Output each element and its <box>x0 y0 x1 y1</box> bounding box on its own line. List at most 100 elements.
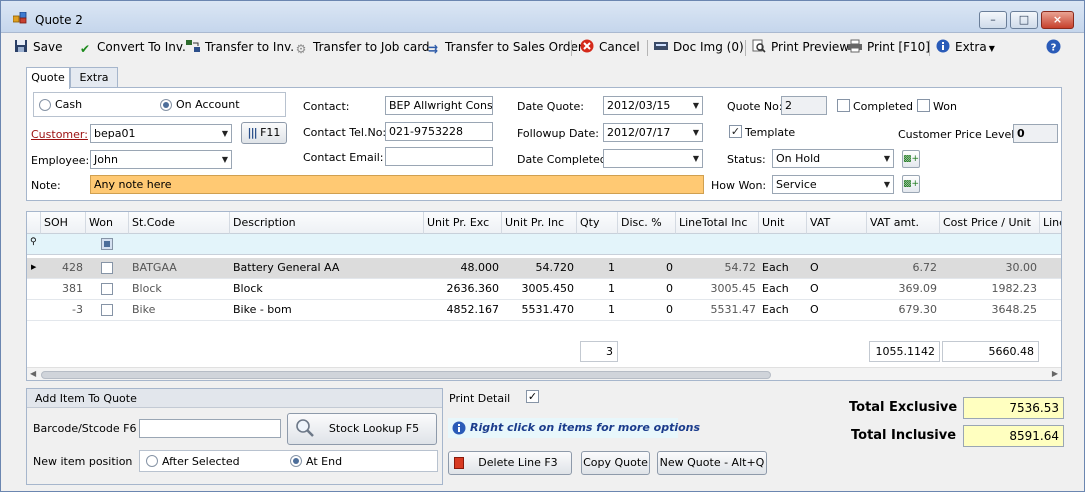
completed-label: Completed <box>853 100 913 113</box>
cancel-button[interactable]: Cancel <box>579 39 640 57</box>
chevron-down-icon: ▼ <box>692 128 699 137</box>
contact-input[interactable]: BEP Allwright Consult <box>385 96 493 115</box>
quote-no-label: Quote No: <box>727 100 783 113</box>
column-header-unit-price-exc[interactable]: Unit Pr. Exc <box>424 212 502 234</box>
cell-unit-price-exc: 2636.360 <box>446 282 500 295</box>
table-row[interactable]: ▶ 428 BATGAA Battery General AA 48.000 5… <box>27 258 1061 279</box>
print-button[interactable]: Print [F10] <box>847 39 930 57</box>
column-header-unit-price-inc[interactable]: Unit Pr. Inc <box>502 212 577 234</box>
after-selected-label: After Selected <box>162 455 240 468</box>
horizontal-scrollbar[interactable]: ◀ ▶ <box>27 367 1061 380</box>
grid-filter-row[interactable]: ⚲ <box>27 234 1061 255</box>
on-account-radio[interactable] <box>160 99 172 111</box>
how-won-select[interactable]: Service ▼ <box>772 175 894 194</box>
followup-date-picker[interactable]: 2012/07/17 ▼ <box>603 123 703 142</box>
template-checkbox[interactable]: ✓ <box>729 125 742 138</box>
column-header-cost-price[interactable]: Cost Price / Unit <box>940 212 1040 234</box>
cell-cost-price: 3648.25 <box>991 303 1038 316</box>
date-completed-picker[interactable]: ▼ <box>603 149 703 168</box>
transfer-to-job-card-button[interactable]: ⚙ Transfer to Job card <box>293 39 430 57</box>
transfer-to-sales-order-button[interactable]: ⇉ Transfer to Sales Order <box>425 39 583 57</box>
arrow-transfer-icon: ⇉ <box>427 42 439 56</box>
on-account-label: On Account <box>176 98 240 111</box>
floppy-icon <box>13 39 29 53</box>
info-icon <box>452 421 466 438</box>
save-button[interactable]: Save <box>13 39 62 57</box>
cell-stcode: Block <box>132 282 162 295</box>
convert-to-invoice-button[interactable]: ✔ Convert To Inv. <box>77 39 186 57</box>
extra-menu-button[interactable]: Extra ▼ <box>935 39 995 57</box>
column-header-disc[interactable]: Disc. % <box>618 212 676 234</box>
stock-lookup-button[interactable]: Stock Lookup F5 <box>287 413 437 445</box>
delete-icon <box>454 457 464 469</box>
doc-img-button[interactable]: Doc Img (0) <box>653 39 744 57</box>
won-checkbox[interactable] <box>917 99 930 112</box>
transfer-to-invoice-button[interactable]: Transfer to Inv. <box>185 39 294 57</box>
won-filter-checkbox[interactable] <box>101 238 113 250</box>
new-quote-button[interactable]: New Quote - Alt+Q <box>657 451 767 475</box>
table-row[interactable]: -3 Bike Bike - bom 4852.167 5531.470 1 0… <box>27 300 1061 321</box>
cell-linetotal-inc: 5531.47 <box>710 303 757 316</box>
cell-disc: 0 <box>666 261 673 274</box>
print-preview-button[interactable]: Print Preview <box>751 39 849 57</box>
barcode-input[interactable] <box>139 419 281 438</box>
payment-type-group: Cash On Account <box>33 92 286 117</box>
date-quote-picker[interactable]: 2012/03/15 ▼ <box>603 96 703 115</box>
after-selected-radio[interactable] <box>146 455 158 467</box>
toolbar-separator <box>745 40 746 56</box>
scroll-left-icon: ◀ <box>30 369 37 378</box>
table-row[interactable]: 381 Block Block 2636.360 3005.450 1 0 30… <box>27 279 1061 300</box>
cell-unit-price-exc: 4852.167 <box>446 303 500 316</box>
help-button[interactable]: ? <box>1045 39 1065 57</box>
column-header-won[interactable]: Won <box>86 212 129 234</box>
total-exclusive-label: Total Exclusive <box>849 400 958 415</box>
status-select[interactable]: On Hold ▼ <box>772 149 894 168</box>
column-header-vat-amt[interactable]: VAT amt. <box>867 212 940 234</box>
note-input[interactable]: Any note here <box>90 175 704 194</box>
add-item-group: Add Item To Quote Barcode/Stcode F6 Stoc… <box>26 388 443 485</box>
delete-line-button[interactable]: Delete Line F3 <box>448 451 572 475</box>
minimize-button[interactable]: – <box>979 11 1007 29</box>
cell-unit: Each <box>762 303 789 316</box>
customer-select[interactable]: bepa01 ▼ <box>90 124 232 143</box>
column-header-stcode[interactable]: St.Code <box>129 212 230 234</box>
close-button[interactable]: × <box>1041 11 1074 29</box>
cell-linetotal-inc: 54.72 <box>724 261 757 274</box>
column-header-linetotal[interactable]: LineT <box>1040 212 1061 234</box>
tab-extra[interactable]: Extra <box>70 67 118 88</box>
cash-label: Cash <box>55 98 83 111</box>
cell-vat: O <box>810 261 819 274</box>
column-header-unit[interactable]: Unit <box>759 212 807 234</box>
followup-date-label: Followup Date: <box>517 127 599 140</box>
column-header-vat[interactable]: VAT <box>807 212 867 234</box>
scrollbar-thumb[interactable] <box>41 371 771 379</box>
how-won-label: How Won: <box>711 179 767 192</box>
info-icon <box>935 39 951 53</box>
contact-email-input[interactable] <box>385 147 493 166</box>
column-header-description[interactable]: Description <box>230 212 424 234</box>
transfer-icon <box>185 39 201 53</box>
tab-quote[interactable]: Quote <box>26 67 70 89</box>
maximize-button[interactable]: □ <box>1010 11 1038 29</box>
customer-label[interactable]: Customer: <box>31 128 88 141</box>
customer-lookup-f11-button[interactable]: ||| F11 <box>241 122 287 144</box>
column-header-soh[interactable]: SOH <box>41 212 86 234</box>
contact-tel-input[interactable]: 021-9753228 <box>385 122 493 141</box>
won-checkbox-row[interactable] <box>101 304 113 316</box>
print-detail-checkbox[interactable]: ✓ <box>526 390 539 403</box>
cell-linetotal-inc: 3005.45 <box>710 282 757 295</box>
employee-select[interactable]: John ▼ <box>90 150 232 169</box>
column-header-qty[interactable]: Qty <box>577 212 618 234</box>
won-checkbox-row[interactable] <box>101 262 113 274</box>
won-label: Won <box>933 100 957 113</box>
cash-radio[interactable] <box>39 99 51 111</box>
copy-quote-button[interactable]: Copy Quote <box>581 451 650 475</box>
note-label: Note: <box>31 179 61 192</box>
won-checkbox-row[interactable] <box>101 283 113 295</box>
quote-items-grid[interactable]: SOH Won St.Code Description Unit Pr. Exc… <box>26 211 1062 381</box>
completed-checkbox[interactable] <box>837 99 850 112</box>
at-end-radio[interactable] <box>290 455 302 467</box>
add-status-button[interactable]: ▩+ <box>902 150 920 168</box>
column-header-linetotal-inc[interactable]: LineTotal Inc <box>676 212 759 234</box>
add-how-won-button[interactable]: ▩+ <box>902 175 920 193</box>
